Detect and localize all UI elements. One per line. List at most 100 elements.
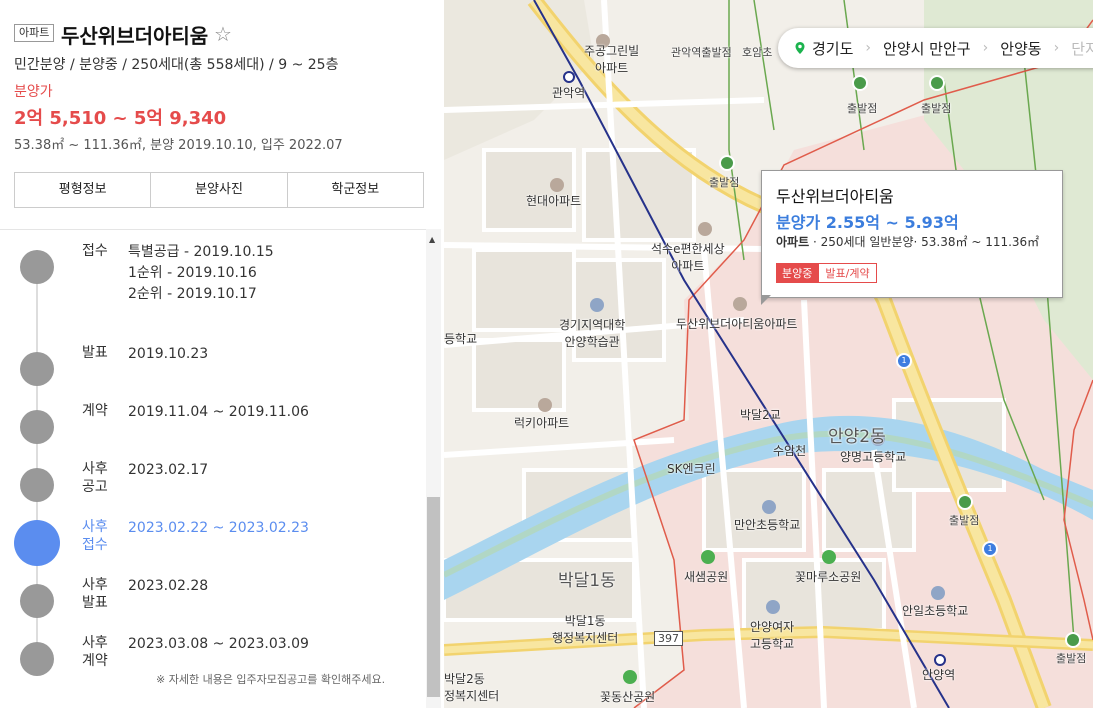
info-tabs: 평형정보 분양사진 학군정보 — [14, 172, 424, 208]
location-breadcrumb: 경기도 › 안양시 만안구 › 안양동 › 단지 — [778, 28, 1093, 68]
price-range: 2억 5,510 ~ 5억 9,340 — [14, 108, 227, 129]
bus-stop-marker-icon[interactable] — [1065, 632, 1081, 648]
timeline-step-label: 사후 계약 — [82, 635, 108, 669]
route-397-sign: 397 — [654, 631, 683, 646]
park-marker-icon[interactable] — [701, 550, 715, 564]
location-pin-icon — [795, 42, 805, 54]
map-label-yangmyeong[interactable]: 양명고등학교 — [840, 448, 906, 465]
tab-floor-plan[interactable]: 평형정보 — [15, 173, 152, 207]
timeline-step-label: 접수 — [82, 243, 108, 259]
map-label-hoam[interactable]: 호암초 — [742, 44, 772, 60]
bus-stop-marker-icon[interactable] — [719, 155, 735, 171]
timeline-step-label: 사후 공고 — [82, 461, 108, 495]
timeline-step-date: 2023.02.28 — [128, 578, 209, 594]
map-label-gwanak-station[interactable]: 관악역 — [552, 84, 585, 101]
map-label-chulbal[interactable]: 출발점 — [921, 100, 951, 116]
map-label-chulbal[interactable]: 출발점 — [709, 174, 739, 190]
map-label-anyang-station[interactable]: 안양역 — [922, 666, 955, 683]
apartment-marker-icon[interactable] — [538, 398, 552, 412]
bus-stop-marker-icon[interactable] — [852, 75, 868, 91]
notice-text: ※ 자세한 내용은 입주자모집공고를 확인해주세요. — [156, 673, 386, 686]
panel-scrollbar[interactable]: ▲ — [426, 229, 441, 708]
map-label-bakdal1-center[interactable]: 박달1동 행정복지센터 — [552, 612, 618, 646]
map-label-anil-elementary[interactable]: 안일초등학교 — [902, 602, 968, 619]
info-card-meta: 아파트 · 250세대 일반분양· 53.38㎡ ~ 111.36㎡ — [776, 233, 1039, 250]
info-card-type: 아파트 — [776, 235, 810, 249]
highway-marker-icon: 1 — [896, 353, 912, 369]
timeline-step-date: 특별공급 - 2019.10.15 — [128, 244, 274, 260]
timeline-dot — [20, 642, 54, 676]
breadcrumb-city[interactable]: 안양시 만안구 — [871, 38, 983, 59]
breadcrumb-dong[interactable]: 안양동 — [988, 38, 1053, 59]
timeline-dot — [20, 584, 54, 618]
map-label-kkotdong-park[interactable]: 꽃동산공원 — [600, 688, 655, 705]
breadcrumb-complex[interactable]: 단지 — [1059, 38, 1093, 59]
timeline-step-date: 1순위 - 2019.10.16 — [128, 265, 257, 281]
apartment-name: 두산위브더아티움 — [61, 24, 209, 48]
map-info-card[interactable]: 두산위브더아티움 분양가 2.55억 ~ 5.93억 아파트 · 250세대 일… — [761, 170, 1063, 305]
detail-panel: 아파트 두산위브더아티움 ☆ 민간분양 / 분양중 / 250세대(총 558세… — [0, 0, 444, 708]
map-label-doosan-apt[interactable]: 두산위브더아티움아파트 — [676, 315, 797, 332]
map-label-manan-elementary[interactable]: 만안초등학교 — [734, 516, 800, 533]
timeline-step-label: 사후 발표 — [82, 577, 108, 611]
map-label-anyang2dong: 안양2동 — [828, 427, 886, 447]
stage-badge: 발표/계약 — [818, 263, 877, 283]
timeline-dot — [20, 352, 54, 386]
school-marker-icon[interactable] — [931, 586, 945, 600]
price-label: 분양가 — [14, 84, 53, 100]
type-badge: 아파트 — [14, 24, 55, 42]
map-label-kkotmaru-park[interactable]: 꽃마루소공원 — [795, 568, 861, 585]
apartment-marker-icon[interactable] — [550, 178, 564, 192]
map-label-bakdal2-bridge[interactable]: 박달2교 — [740, 406, 781, 423]
school-marker-icon[interactable] — [590, 298, 604, 312]
timeline-dot — [20, 410, 54, 444]
park-marker-icon[interactable] — [822, 550, 836, 564]
map-label-chulbal[interactable]: 출발점 — [1056, 650, 1086, 666]
info-card-badges: 분양중 발표/계약 — [776, 263, 877, 283]
timeline-dot — [14, 520, 60, 566]
info-card-price: 분양가 2.55억 ~ 5.93억 — [776, 213, 959, 232]
map-label-bakdal1dong: 박달1동 — [558, 571, 616, 591]
highway-marker-icon: 1 — [982, 541, 998, 557]
map-label-chulbal[interactable]: 출발점 — [949, 512, 979, 528]
map-label-gwanak-bus[interactable]: 관악역출발점 — [671, 44, 732, 60]
map-label-chulbal[interactable]: 출발점 — [847, 100, 877, 116]
timeline-dot — [20, 468, 54, 502]
info-card-detail: · 250세대 일반분양· 53.38㎡ ~ 111.36㎡ — [809, 235, 1040, 249]
map-label-saesaem-park[interactable]: 새샘공원 — [684, 568, 728, 585]
map-view[interactable]: 1 1 관악역 주공그린빌 아파트 관악역출발점 호암초 출발점 출발점 출발점… — [444, 0, 1093, 708]
scroll-thumb[interactable] — [427, 497, 440, 697]
timeline-step-date: 2순위 - 2019.10.17 — [128, 286, 257, 302]
favorite-star-icon[interactable]: ☆ — [214, 22, 232, 46]
map-label-anyang-girls-high[interactable]: 안양여자 고등학교 — [750, 618, 794, 652]
park-marker-icon[interactable] — [623, 670, 637, 684]
timeline-step-date: 2023.02.17 — [128, 462, 209, 478]
map-label-seoksu[interactable]: 석수e편한세상 아파트 — [651, 240, 725, 274]
map-label-bakdal2dong-center[interactable]: 박달2동 정복지센터 — [444, 670, 499, 704]
tab-school[interactable]: 학군정보 — [288, 173, 423, 207]
timeline-step-date: 2023.02.22 ~ 2023.02.23 — [128, 520, 309, 536]
apartment-marker-icon[interactable] — [733, 297, 747, 311]
map-label-school[interactable]: 등학교 — [444, 330, 477, 347]
tab-photos[interactable]: 분양사진 — [151, 173, 288, 207]
map-label-hyundai[interactable]: 현대아파트 — [526, 192, 581, 209]
school-marker-icon[interactable] — [766, 600, 780, 614]
timeline-step-date: 2019.11.04 ~ 2019.11.06 — [128, 404, 309, 420]
status-badge: 분양중 — [776, 263, 819, 283]
info-card-tail — [761, 295, 771, 305]
school-marker-icon[interactable] — [762, 500, 776, 514]
timeline-step-date: 2019.10.23 — [128, 346, 209, 362]
scroll-up-arrow-icon[interactable]: ▲ — [429, 235, 435, 244]
map-label-suamcheon[interactable]: 수암천 — [773, 442, 806, 459]
sale-meta: 민간분양 / 분양중 / 250세대(총 558세대) / 9 ~ 25층 — [14, 57, 339, 73]
breadcrumb-province[interactable]: 경기도 — [812, 38, 865, 59]
map-label-gyeonggi-univ[interactable]: 경기지역대학 안양학습관 — [559, 316, 625, 350]
map-label-jugong[interactable]: 주공그린빌 아파트 — [584, 42, 639, 76]
bus-stop-marker-icon[interactable] — [929, 75, 945, 91]
timeline-dot — [20, 250, 54, 284]
apartment-marker-icon[interactable] — [698, 222, 712, 236]
bus-stop-marker-icon[interactable] — [957, 494, 973, 510]
map-label-lucky[interactable]: 럭키아파트 — [514, 414, 569, 431]
panel-header: 아파트 두산위브더아티움 ☆ 민간분양 / 분양중 / 250세대(총 558세… — [0, 0, 444, 228]
map-label-sk-station[interactable]: SK엔크린 — [667, 460, 716, 477]
